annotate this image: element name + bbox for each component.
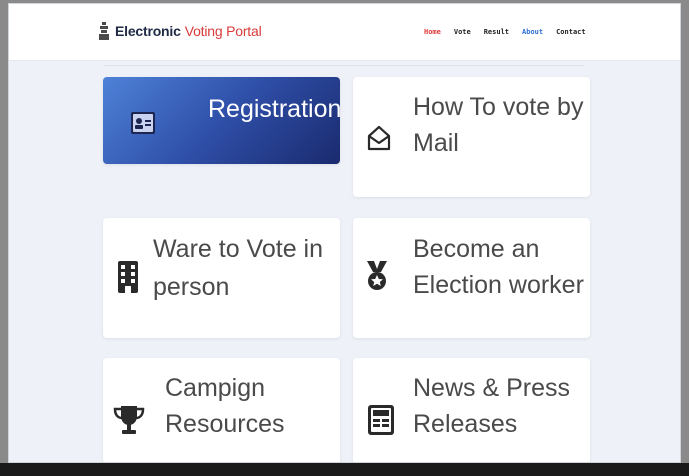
vote-in-person-line1: Ware to Vote in: [153, 235, 323, 263]
building-icon: [118, 261, 138, 293]
nav-contact-link[interactable]: Contact: [556, 28, 586, 36]
registration-card[interactable]: Registration: [103, 77, 342, 164]
news-press-line1: News & Press: [413, 374, 570, 402]
campaign-resources-line2: Resources: [165, 410, 285, 438]
nav-home-link[interactable]: Home: [424, 28, 441, 36]
election-worker-line1: Become an: [413, 235, 540, 263]
brand-name-second: Voting Portal: [184, 23, 262, 39]
vote-in-person-card[interactable]: Ware to Vote in person: [103, 218, 340, 338]
nav-links: Home Vote Result About Contact: [424, 28, 586, 36]
section-divider: [104, 65, 584, 66]
registration-label: Registration: [208, 95, 342, 123]
navbar: Electronic Voting Portal Home Vote Resul…: [9, 4, 680, 61]
nav-vote-link[interactable]: Vote: [454, 28, 471, 36]
medal-icon: [367, 261, 387, 290]
brand-logo[interactable]: Electronic Voting Portal: [99, 22, 262, 40]
vote-by-mail-card[interactable]: How To vote by Mail: [353, 77, 590, 197]
newspaper-icon: [368, 405, 394, 435]
vote-by-mail-line2: Mail: [413, 129, 459, 157]
nav-result-link[interactable]: Result: [484, 28, 509, 36]
id-card-icon: [131, 112, 155, 134]
browser-viewport: Electronic Voting Portal Home Vote Resul…: [8, 3, 681, 463]
election-worker-line2: Election worker: [413, 271, 584, 299]
campaign-resources-line1: Campign: [165, 374, 266, 402]
trophy-icon: [113, 406, 145, 434]
screen-bottom-bar: [0, 463, 689, 476]
vote-by-mail-line1: How To vote by: [413, 93, 584, 121]
campaign-resources-card[interactable]: Campign Resources: [103, 358, 340, 462]
election-worker-card[interactable]: Become an Election worker: [353, 218, 590, 338]
news-press-card[interactable]: News & Press Releases: [353, 358, 590, 462]
nav-about-link[interactable]: About: [522, 28, 543, 36]
vote-in-person-line2: person: [153, 273, 230, 301]
ballot-logo-icon: [99, 22, 109, 40]
mail-envelope-icon: [367, 125, 391, 151]
news-press-line2: Releases: [413, 410, 518, 438]
brand-name-first: Electronic: [115, 23, 181, 39]
